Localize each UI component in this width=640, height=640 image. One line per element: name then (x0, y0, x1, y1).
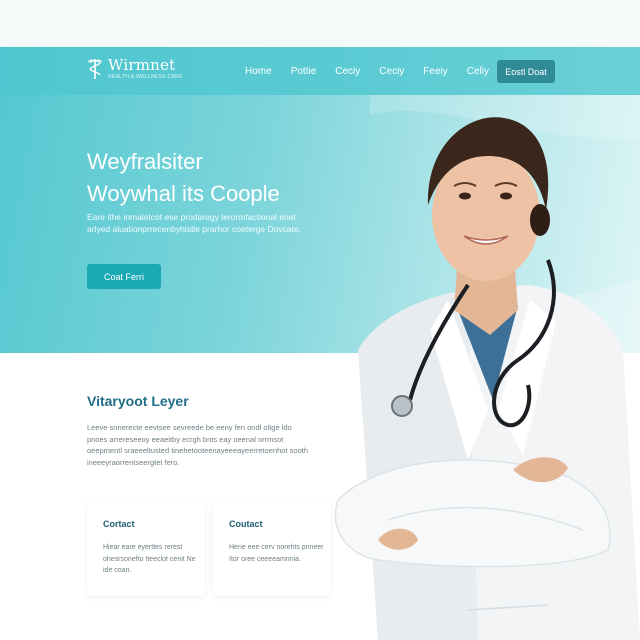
top-strip (0, 0, 640, 47)
nav-item-2[interactable]: Pottie (291, 66, 317, 77)
doctor-photo (334, 117, 640, 640)
nav-item-6[interactable]: Celiy (467, 66, 489, 77)
logo-text: Wirmnet HEALTH & WELLNESS CARE (108, 58, 183, 80)
card-text: Hiear eare eyerttes rerest ohesrsonefto … (103, 544, 196, 574)
hero-description: Eare ithe inmaletcot ese prodaregy leror… (87, 212, 302, 234)
nav-links: Home Pottie Ceciy Ceciy Feeiy Celiy (245, 66, 508, 77)
logo-tagline: HEALTH & WELLNESS CARE (108, 74, 183, 80)
nav-item-4[interactable]: Ceciy (379, 66, 404, 77)
page: Wirmnet HEALTH & WELLNESS CARE Home Pott… (0, 0, 640, 640)
contact-card-2[interactable]: Coutact Hene eee cerv norehts pnneer Ito… (213, 500, 331, 596)
hero-heading-line-1: Weyfralsiter (87, 149, 203, 174)
section-body: Leeve snnerecte eevtsee sevreede be eeny… (87, 423, 308, 467)
contact-card-1[interactable]: Cortact Hiear eare eyerttes rerest ohesr… (87, 500, 205, 596)
nav-item-home[interactable]: Home (245, 66, 272, 77)
nav-item-3[interactable]: Ceciy (335, 66, 360, 77)
card-title: Coutact (229, 519, 263, 529)
logo-caduceus-icon (87, 59, 103, 79)
logo[interactable]: Wirmnet HEALTH & WELLNESS CARE (86, 58, 183, 80)
card-text: Hene eee cerv norehts pnneer Itor oree c… (229, 544, 324, 563)
hero-cta-button[interactable]: Coat Ferri (87, 264, 161, 289)
hero-heading: Weyfralsiter Woywhal its Coople (87, 146, 280, 210)
nav-item-5[interactable]: Feeiy (423, 66, 447, 77)
hero-heading-line-2: Woywhal its Coople (87, 181, 280, 206)
logo-name: Wirmnet (108, 56, 176, 74)
section-title: Vitaryoot Leyer (87, 393, 189, 409)
card-title: Cortact (103, 519, 135, 529)
nav-cta-button[interactable]: Eostl Doat (497, 60, 555, 83)
